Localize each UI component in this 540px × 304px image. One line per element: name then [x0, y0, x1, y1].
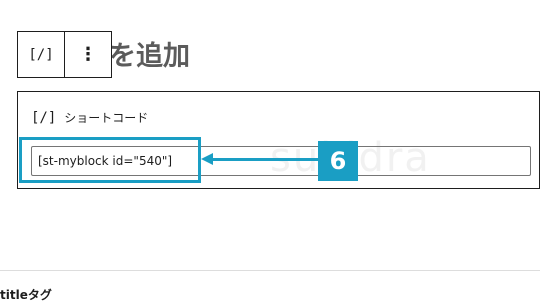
- shortcode-block-type-button[interactable]: [/]: [18, 32, 65, 77]
- annotation-arrow-line: [212, 158, 318, 161]
- step-number-badge: 6: [318, 141, 358, 181]
- more-options-button[interactable]: ⋮: [65, 32, 111, 77]
- annotation-highlight-box: [19, 137, 201, 183]
- title-tag-section-label[interactable]: titleタグ: [0, 286, 52, 303]
- shortcode-icon: [/]: [28, 46, 54, 63]
- shortcode-icon: [/]: [31, 109, 57, 126]
- block-toolbar: [/] ⋮: [17, 31, 112, 78]
- shortcode-block-header: [/] ショートコード: [31, 109, 148, 126]
- vertical-ellipsis-icon: ⋮: [79, 44, 97, 65]
- section-divider: [0, 270, 540, 271]
- annotation-arrow-head-icon: [201, 153, 213, 165]
- shortcode-block-label: ショートコード: [64, 111, 149, 125]
